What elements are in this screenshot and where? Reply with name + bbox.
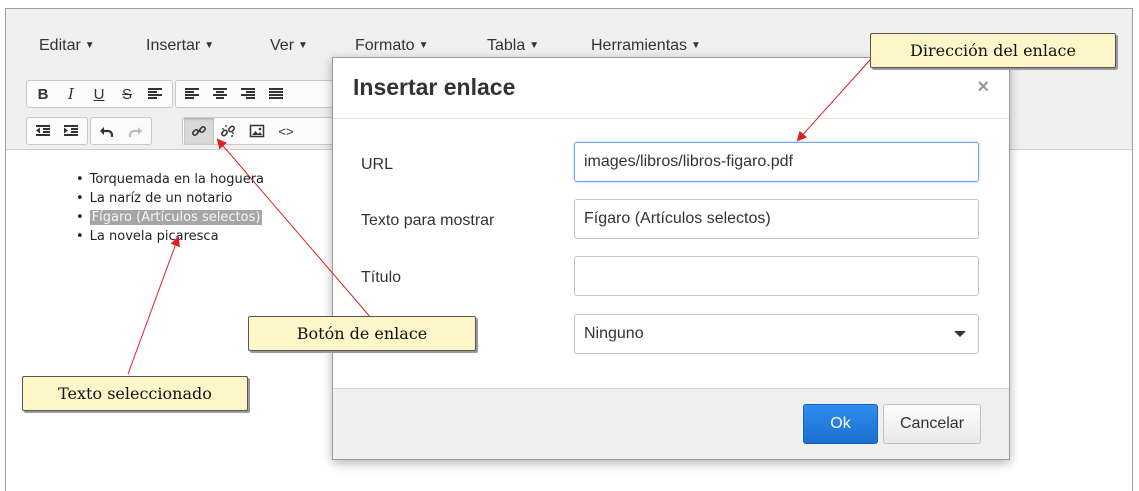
title-input[interactable] <box>574 256 979 296</box>
bold-button[interactable]: B <box>29 81 57 107</box>
caret-down-icon: ▼ <box>298 40 308 51</box>
dialog-footer: Ok Cancelar <box>333 388 1009 459</box>
indent-icon[interactable] <box>57 118 85 144</box>
list-item-selected: Fígaro (Artículos selectos) <box>76 208 264 227</box>
menu-label: Ver <box>270 37 295 54</box>
list-item: La novela picaresca <box>76 227 264 246</box>
strikethrough-button[interactable]: S <box>113 81 141 107</box>
menu-label: Tabla <box>487 37 526 54</box>
undo-icon[interactable] <box>93 118 121 144</box>
menu-formato[interactable]: Formato ▼ <box>355 37 428 55</box>
align-justify-icon[interactable] <box>262 81 290 107</box>
url-label: URL <box>361 156 394 173</box>
book-list: Torquemada en la hoguera La naríz de un … <box>76 170 264 246</box>
menu-insertar[interactable]: Insertar ▼ <box>146 37 214 55</box>
list-item-text: La novela picaresca <box>89 229 219 244</box>
menu-label: Herramientas <box>591 37 688 54</box>
menu-ver[interactable]: Ver ▼ <box>270 37 308 55</box>
callout-link-button: Botón de enlace <box>248 316 476 351</box>
url-input[interactable]: images/libros/libros-figaro.pdf <box>574 142 979 182</box>
caret-down-icon: ▼ <box>84 40 95 51</box>
indent-group <box>26 117 88 145</box>
italic-button[interactable]: I <box>57 81 85 107</box>
list-item-text: Torquemada en la hoguera <box>89 172 265 187</box>
list-item-text: La naríz de un notario <box>89 191 233 206</box>
menu-label: Editar <box>39 37 81 54</box>
text-label: Texto para mostrar <box>361 212 495 229</box>
list-item: La naríz de un notario <box>76 189 264 208</box>
title-label: Título <box>361 269 402 286</box>
caret-down-icon: ▼ <box>529 40 540 51</box>
callout-selected-text: Texto seleccionado <box>22 376 248 411</box>
menu-tabla[interactable]: Tabla ▼ <box>487 37 539 55</box>
caret-down-icon: ▼ <box>418 40 429 51</box>
cancel-button[interactable]: Cancelar <box>883 404 981 444</box>
align-center-icon[interactable] <box>206 81 234 107</box>
insert-link-dialog: Insertar enlace × URL images/libros/libr… <box>332 57 1010 460</box>
close-icon[interactable]: × <box>977 76 989 99</box>
target-select-value: Ninguno <box>584 325 644 342</box>
align-left-icon[interactable] <box>141 81 169 107</box>
display-text-input[interactable]: Fígaro (Artículos selectos) <box>574 199 979 239</box>
caret-down-icon <box>954 331 966 337</box>
ok-button[interactable]: Ok <box>803 404 878 444</box>
link-button-icon[interactable] <box>184 118 214 144</box>
code-button[interactable]: <> <box>272 118 300 144</box>
redo-icon[interactable] <box>121 118 149 144</box>
underline-button[interactable]: U <box>85 81 113 107</box>
menu-label: Insertar <box>146 37 201 54</box>
menu-herramientas[interactable]: Herramientas ▼ <box>591 37 701 55</box>
callout-link-address: Dirección del enlace <box>870 33 1116 68</box>
caret-down-icon: ▼ <box>204 40 215 51</box>
selected-text: Fígaro (Artículos selectos) <box>89 210 263 225</box>
caret-down-icon: ▼ <box>691 40 701 51</box>
format-group: B I U S <box>26 80 173 108</box>
outdent-icon[interactable] <box>29 118 57 144</box>
target-select[interactable]: Ninguno <box>574 314 979 354</box>
history-group <box>90 117 152 145</box>
align-left-icon[interactable] <box>178 81 206 107</box>
unlink-icon[interactable] <box>214 118 242 144</box>
dialog-title: Insertar enlace <box>353 74 516 100</box>
menu-label: Formato <box>355 37 415 54</box>
align-group <box>175 80 333 108</box>
image-icon[interactable] <box>243 118 271 144</box>
divider <box>333 118 1009 119</box>
align-right-icon[interactable] <box>234 81 262 107</box>
menu-editar[interactable]: Editar ▼ <box>39 37 95 55</box>
insert-group: <> <box>182 117 340 145</box>
list-item: Torquemada en la hoguera <box>76 170 264 189</box>
